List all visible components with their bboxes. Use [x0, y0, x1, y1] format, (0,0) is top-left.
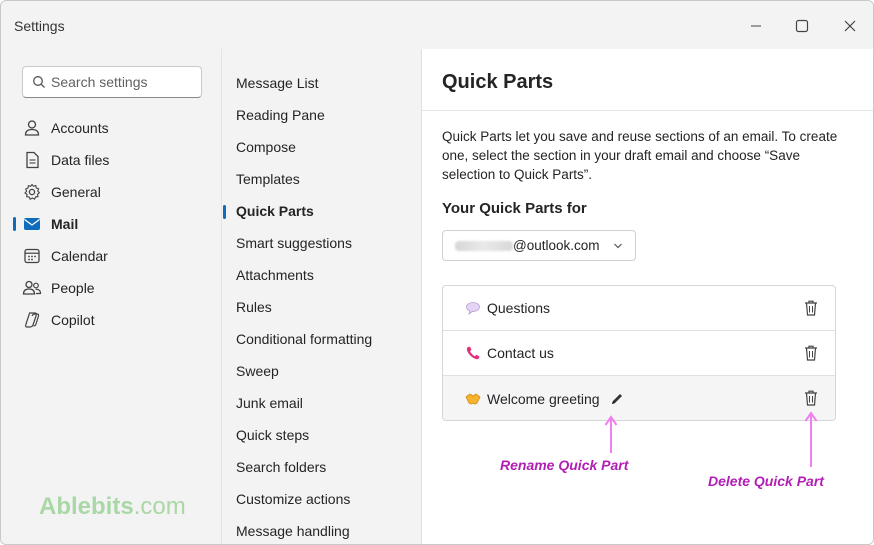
phone-icon — [465, 345, 481, 361]
submenu-item-conditional-formatting[interactable]: Conditional formatting — [236, 331, 372, 351]
list-item[interactable]: Contact us — [443, 331, 835, 376]
search-icon — [33, 76, 45, 88]
speech-bubble-icon — [465, 300, 481, 316]
sidebar-item-general[interactable]: General — [13, 177, 211, 207]
list-item[interactable]: Questions — [443, 286, 835, 331]
sidebar-item-people[interactable]: People — [13, 273, 211, 303]
people-icon — [22, 278, 42, 298]
delete-quick-part-button[interactable] — [801, 388, 821, 408]
delete-arrow — [804, 411, 818, 467]
active-indicator — [223, 205, 226, 219]
minimize-button[interactable] — [741, 11, 771, 41]
quick-parts-description: Quick Parts let you save and reuse secti… — [442, 129, 838, 182]
submenu-item-quick-parts[interactable]: Quick Parts — [236, 203, 314, 223]
handshake-icon — [465, 391, 481, 407]
active-indicator — [13, 217, 16, 231]
minimize-icon — [751, 25, 761, 27]
settings-window: Settings Accounts Data files — [0, 0, 874, 545]
submenu-item-quick-steps[interactable]: Quick steps — [236, 427, 309, 447]
submenu-item-compose[interactable]: Compose — [236, 139, 296, 159]
rename-annotation: Rename Quick Part — [500, 457, 629, 473]
quick-part-label: Welcome greeting — [487, 390, 600, 407]
copilot-icon — [22, 310, 42, 330]
submenu-item-smart-suggestions[interactable]: Smart suggestions — [236, 235, 352, 255]
sidebar-item-label: Calendar — [51, 248, 108, 264]
page-title: Quick Parts — [442, 71, 554, 93]
sidebar-item-label: People — [51, 280, 95, 296]
sidebar-item-label: Copilot — [51, 312, 95, 328]
sidebar-item-accounts[interactable]: Accounts — [13, 113, 211, 143]
settings-nav-pane: Accounts Data files General Mail Cale — [1, 49, 221, 544]
sidebar-item-calendar[interactable]: Calendar — [13, 241, 211, 271]
sidebar-item-label: General — [51, 184, 101, 200]
sidebar-item-copilot[interactable]: Copilot — [13, 305, 211, 335]
delete-annotation: Delete Quick Part — [708, 473, 824, 489]
submenu-item-rules[interactable]: Rules — [236, 299, 272, 319]
delete-quick-part-button[interactable] — [801, 298, 821, 318]
quick-part-label: Contact us — [487, 345, 554, 361]
content-header: Quick Parts — [422, 49, 873, 111]
pencil-icon — [611, 393, 622, 404]
account-dropdown[interactable]: @outlook.com — [442, 230, 636, 261]
mail-submenu: Message List Reading Pane Compose Templa… — [221, 49, 422, 544]
submenu-item-customize-actions[interactable]: Customize actions — [236, 491, 350, 511]
maximize-icon — [795, 19, 809, 33]
submenu-item-junk-email[interactable]: Junk email — [236, 395, 303, 415]
sidebar-item-data-files[interactable]: Data files — [13, 145, 211, 175]
quick-parts-panel: Quick Parts Quick Parts let you save and… — [422, 49, 873, 544]
close-icon — [844, 20, 856, 32]
quick-part-label: Questions — [487, 300, 551, 316]
submenu-item-reading-pane[interactable]: Reading Pane — [236, 107, 325, 127]
window-title: Settings — [14, 18, 65, 34]
account-domain: @outlook.com — [513, 238, 600, 253]
search-input[interactable] — [51, 73, 196, 91]
list-item[interactable]: Welcome greeting — [443, 376, 835, 420]
gear-icon — [22, 182, 42, 202]
ablebits-logo: Ablebits.com — [39, 493, 186, 520]
section-title: Your Quick Parts for — [442, 200, 587, 217]
calendar-icon — [22, 246, 42, 266]
trash-icon — [805, 390, 817, 406]
delete-quick-part-button[interactable] — [801, 343, 821, 363]
sidebar-item-label: Accounts — [51, 120, 109, 136]
submenu-item-message-list[interactable]: Message List — [236, 75, 318, 95]
chevron-down-icon — [614, 243, 622, 249]
trash-icon — [805, 300, 817, 316]
redacted-email-username — [455, 240, 513, 251]
rename-arrow — [604, 415, 618, 453]
rename-quick-part-button[interactable] — [610, 392, 624, 406]
close-button[interactable] — [835, 11, 865, 41]
submenu-item-search-folders[interactable]: Search folders — [236, 459, 326, 479]
mail-icon — [22, 214, 42, 234]
trash-icon — [805, 345, 817, 361]
search-box[interactable] — [22, 66, 202, 98]
submenu-item-message-handling[interactable]: Message handling — [236, 523, 350, 543]
person-icon — [22, 118, 42, 138]
quick-parts-list: Questions Contact us Welcome greeting — [442, 285, 836, 421]
submenu-item-attachments[interactable]: Attachments — [236, 267, 314, 287]
submenu-item-sweep[interactable]: Sweep — [236, 363, 279, 383]
sidebar-item-label: Mail — [51, 216, 79, 232]
sidebar-item-mail[interactable]: Mail — [13, 209, 211, 239]
sidebar-item-label: Data files — [51, 152, 110, 168]
submenu-item-templates[interactable]: Templates — [236, 171, 300, 191]
maximize-button[interactable] — [787, 11, 817, 41]
document-icon — [22, 150, 42, 170]
title-bar: Settings — [1, 1, 873, 49]
